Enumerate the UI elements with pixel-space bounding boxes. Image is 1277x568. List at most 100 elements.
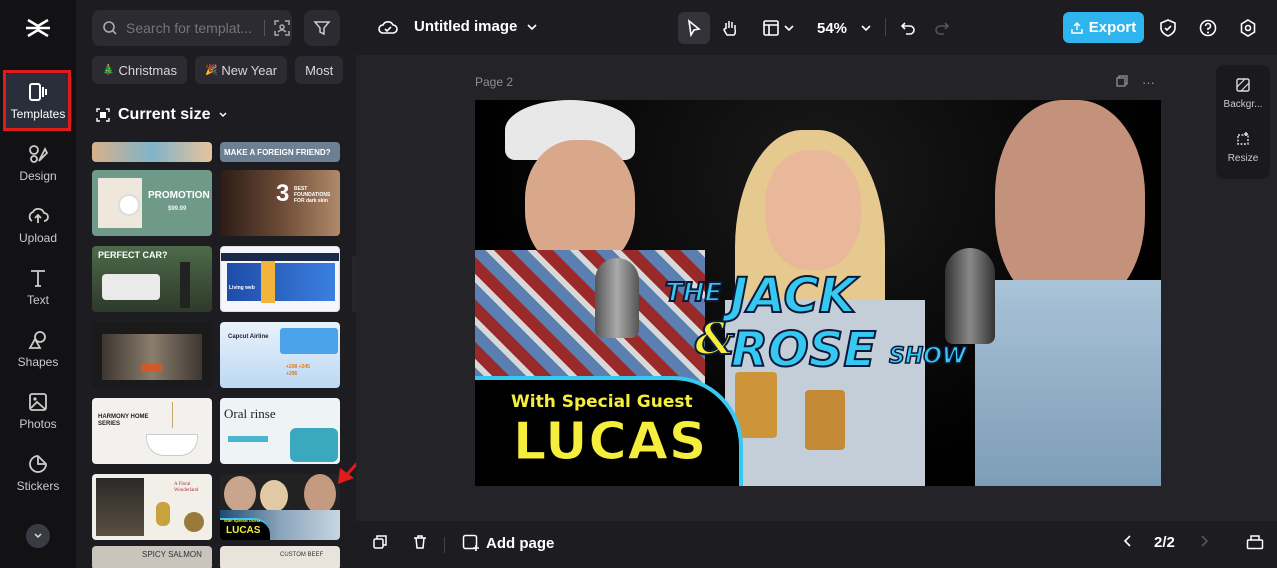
layout-icon: [763, 20, 779, 36]
delete-button[interactable]: [412, 534, 428, 550]
undo-button[interactable]: [894, 12, 922, 44]
beer-glass: [805, 390, 845, 450]
template-thumbnail[interactable]: [92, 322, 212, 388]
resize-tool[interactable]: Resize: [1216, 131, 1270, 164]
next-page-button[interactable]: [1198, 534, 1210, 548]
export-icon: [1071, 21, 1083, 34]
sidebar-item-label: Design: [19, 169, 57, 183]
chevron-right-icon: [1201, 535, 1209, 547]
party-icon: 🎉: [204, 64, 218, 76]
template-thumbnail[interactable]: SPICY SALMON: [92, 546, 212, 568]
template-thumbnail[interactable]: [92, 142, 212, 162]
upload-icon: [28, 207, 49, 223]
left-rail: Templates Design Upload Text Shapes Phot…: [0, 0, 76, 568]
design-icon: [29, 145, 49, 163]
beer-glass: [735, 372, 777, 438]
filter-icon: [313, 21, 331, 36]
add-page-button[interactable]: Add page: [462, 534, 554, 552]
page-manager-button[interactable]: [1246, 534, 1264, 550]
divider: [264, 20, 265, 36]
chip-most[interactable]: Most: [295, 56, 344, 84]
chip-new-year[interactable]: 🎉 New Year: [194, 56, 288, 84]
more-menu-button[interactable]: [26, 524, 50, 548]
thumbnail-title: PERFECT CAR?: [98, 250, 168, 260]
more-options-icon[interactable]: ···: [1142, 75, 1155, 90]
redo-button[interactable]: [928, 12, 956, 44]
page-counter-text: 2/2: [1154, 534, 1175, 551]
template-thumbnail[interactable]: Capcut Airline +208 +245 +296: [220, 322, 340, 388]
template-thumbnail-jack-rose[interactable]: With Special Guest LUCAS: [220, 474, 340, 540]
sidebar-item-design[interactable]: Design: [4, 134, 72, 192]
resize-icon: [1237, 132, 1249, 145]
pointer-icon: [687, 19, 701, 37]
person-right-jacket: [975, 280, 1161, 486]
title-rose: ROSE: [730, 321, 877, 379]
image-search-icon[interactable]: [273, 19, 291, 37]
template-thumbnail[interactable]: PROMOTION $99.99: [92, 170, 212, 236]
pages-panel-icon: [1246, 535, 1264, 550]
sidebar-item-upload[interactable]: Upload: [4, 196, 72, 254]
chevron-down-icon: [784, 25, 794, 32]
background-tool[interactable]: Backgr...: [1216, 77, 1270, 110]
tree-icon: 🎄: [102, 64, 115, 76]
sidebar-item-label: Stickers: [16, 479, 60, 493]
sidebar-item-shapes[interactable]: Shapes: [4, 320, 72, 378]
template-thumbnail[interactable]: HARMONY HOME SERIES: [92, 398, 212, 464]
hand-tool-button[interactable]: [714, 12, 746, 44]
template-thumbnail[interactable]: A Floral Wonderland: [92, 474, 212, 540]
export-button[interactable]: Export: [1063, 12, 1144, 43]
add-page-label: Add page: [486, 534, 555, 552]
prev-page-button[interactable]: [1122, 534, 1134, 548]
sidebar-item-label: Shapes: [17, 355, 59, 369]
help-icon: [1199, 19, 1217, 37]
templates-panel: 🎄Christmas 🎉New Year Most Current size M…: [76, 0, 356, 568]
microphone-left: [595, 258, 639, 338]
capcut-logo-icon[interactable]: [24, 14, 52, 42]
search-icon: [103, 21, 117, 35]
document-title[interactable]: Untitled image: [414, 18, 537, 35]
template-thumbnail[interactable]: MAKE A FOREIGN FRIEND?: [220, 142, 340, 162]
duplicate-button[interactable]: [372, 534, 388, 550]
sidebar-item-text[interactable]: Text: [4, 258, 72, 316]
size-frame-icon: [96, 108, 110, 122]
sidebar-item-label: Upload: [18, 231, 58, 245]
thumbnail-title: SPICY SALMON: [142, 550, 202, 559]
hand-icon: [723, 21, 737, 36]
category-chips: 🎄 Christmas 🎉 New Year Most: [92, 56, 344, 84]
current-size-dropdown[interactable]: Current size: [96, 106, 228, 124]
layout-dropdown[interactable]: [758, 12, 798, 44]
thumbnail-title: A Floral Wonderland: [174, 482, 199, 493]
template-thumbnail[interactable]: Oral rinse: [220, 398, 340, 464]
template-thumbnail[interactable]: CUSTOM BEEF: [220, 546, 340, 568]
chip-label: Most: [305, 62, 334, 78]
search-box[interactable]: [92, 10, 292, 46]
sidebar-item-stickers[interactable]: Stickers: [4, 444, 72, 502]
sidebar-item-label: Text: [26, 293, 49, 307]
current-size-label: Current size: [118, 106, 211, 123]
search-input[interactable]: [126, 20, 264, 36]
add-page-icon: [462, 534, 479, 551]
template-thumbnail[interactable]: PERFECT CAR?: [92, 246, 212, 312]
zoom-dropdown[interactable]: 54%: [812, 12, 876, 44]
help-button[interactable]: [1196, 12, 1220, 44]
cloud-sync-icon[interactable]: [378, 18, 398, 36]
chevron-down-icon: [861, 25, 871, 32]
template-thumbnail[interactable]: Living web: [220, 246, 340, 312]
chip-christmas[interactable]: 🎄 Christmas: [92, 56, 187, 84]
canvas-area: Page 2 ··· THE JACK & ROSE SHOW With Spe…: [356, 55, 1277, 521]
duplicate-page-icon[interactable]: [1116, 75, 1128, 87]
person-middle-face: [765, 150, 861, 270]
settings-button[interactable]: [1236, 12, 1260, 44]
filter-button[interactable]: [304, 10, 340, 46]
artboard[interactable]: THE JACK & ROSE SHOW With Special Guest …: [475, 100, 1161, 486]
select-tool-button[interactable]: [678, 12, 710, 44]
shield-button[interactable]: [1156, 12, 1180, 44]
guest-name: LUCAS: [512, 412, 708, 473]
red-arrow-annotation: [338, 462, 356, 484]
sidebar-item-photos[interactable]: Photos: [4, 382, 72, 440]
title-jack: JACK: [729, 267, 857, 325]
person-right-face: [995, 100, 1145, 310]
title-ampersand: &: [694, 313, 736, 366]
template-thumbnail[interactable]: 3 BEST FOUNDATIONS FOR dark skin: [220, 170, 340, 236]
thumbnail-title: 3: [276, 180, 290, 207]
